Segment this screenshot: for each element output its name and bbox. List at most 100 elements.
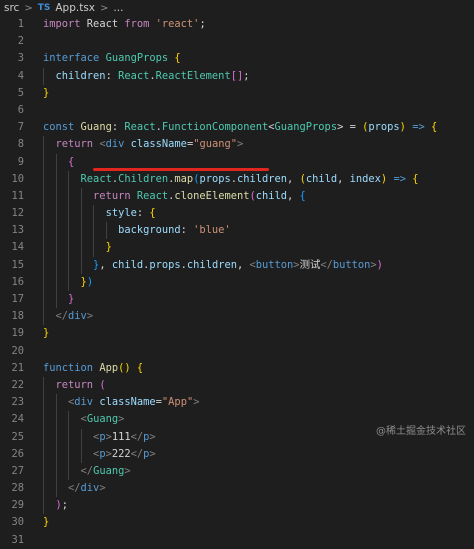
code-line[interactable]: 21 function App() { bbox=[0, 360, 474, 377]
code-token: > bbox=[118, 413, 125, 426]
code-token: => bbox=[393, 172, 406, 185]
code-line[interactable]: 28 </div> bbox=[0, 480, 474, 498]
breadcrumb-symbol[interactable]: ... bbox=[113, 2, 123, 14]
line-number: 26 bbox=[11, 447, 24, 460]
code-token: props bbox=[149, 258, 181, 271]
code-line[interactable]: 26 <p>222</p> bbox=[0, 445, 474, 463]
typescript-file-icon: TS bbox=[37, 3, 51, 13]
code-line[interactable]: 2 bbox=[0, 33, 474, 50]
code-token: { bbox=[412, 172, 419, 185]
code-token: FunctionComponent bbox=[161, 121, 269, 134]
code-text: function App() { bbox=[43, 360, 143, 377]
code-line[interactable]: 10 React.Children.map(props.children, (c… bbox=[0, 170, 474, 188]
code-token: () bbox=[118, 361, 131, 374]
line-number: 19 bbox=[11, 327, 24, 340]
code-line[interactable]: 22 return ( bbox=[0, 376, 474, 395]
line-number: 13 bbox=[11, 224, 24, 237]
line-number: 16 bbox=[11, 275, 24, 288]
code-line[interactable]: 6 bbox=[0, 102, 474, 119]
code-line[interactable]: 16 }) bbox=[0, 273, 474, 291]
code-line[interactable]: 3 interface GuangProps { bbox=[0, 50, 474, 67]
line-number: 24 bbox=[11, 413, 24, 426]
code-editor[interactable]: 1 import React from 'react'; 2 3 interface G… bbox=[0, 16, 474, 549]
watermark: @稀土掘金技术社区 bbox=[376, 426, 466, 437]
code-token: , bbox=[337, 172, 350, 185]
code-text: style: { bbox=[43, 205, 156, 222]
code-text: <p>222</p> bbox=[43, 446, 156, 463]
code-token: { bbox=[68, 155, 75, 168]
chevron-right-icon: > bbox=[24, 2, 33, 14]
code-text: background: 'blue' bbox=[43, 222, 231, 239]
code-token: 测试 bbox=[299, 258, 321, 271]
code-text: { bbox=[43, 154, 74, 171]
code-line[interactable]: 20 bbox=[0, 343, 474, 360]
code-token: Children bbox=[118, 172, 169, 185]
code-token: child bbox=[305, 172, 338, 185]
code-line[interactable]: 1 import React from 'react'; bbox=[0, 16, 474, 33]
code-text: return React.cloneElement(child, { bbox=[43, 188, 306, 205]
code-token: > bbox=[237, 138, 244, 151]
line-number: 6 bbox=[17, 103, 24, 116]
code-token: from bbox=[124, 18, 150, 30]
code-token: function bbox=[43, 361, 94, 374]
code-line[interactable]: 19} bbox=[0, 325, 474, 342]
code-token: > bbox=[124, 464, 131, 477]
code-token: > bbox=[86, 310, 94, 323]
code-token: return bbox=[55, 378, 94, 391]
code-line[interactable]: 8 return <div className="guang"> bbox=[0, 136, 474, 154]
code-text: import React from 'react'; bbox=[43, 16, 206, 33]
breadcrumb-file[interactable]: App.tsx bbox=[55, 2, 95, 14]
code-line[interactable]: 27 </Guang> bbox=[0, 462, 474, 481]
code-line[interactable]: 12 style: { bbox=[0, 205, 474, 223]
code-token: Guang bbox=[93, 464, 125, 477]
code-line[interactable]: 5} bbox=[0, 85, 474, 102]
code-line[interactable]: 18 </div> bbox=[0, 308, 474, 326]
breadcrumb-folder[interactable]: src bbox=[4, 2, 19, 14]
code-token: child bbox=[111, 258, 144, 271]
code-token: > bbox=[149, 430, 156, 443]
code-text: } bbox=[43, 514, 49, 531]
code-line[interactable]: 23 <div className="App"> bbox=[0, 394, 474, 412]
code-token: ; bbox=[199, 18, 206, 30]
code-token: button bbox=[332, 258, 371, 271]
code-token: React bbox=[136, 189, 169, 202]
code-token: className bbox=[130, 138, 187, 151]
code-token: : bbox=[111, 121, 125, 134]
code-line[interactable]: 7 const Guang: React.FunctionComponent<Gu… bbox=[0, 119, 474, 136]
line-number: 20 bbox=[11, 344, 24, 357]
code-token: ) bbox=[376, 258, 383, 271]
line-number: 4 bbox=[17, 69, 24, 82]
code-text: <div className="App"> bbox=[43, 394, 199, 411]
code-line[interactable]: 17 } bbox=[0, 291, 474, 309]
code-token: { bbox=[299, 189, 306, 202]
line-number: 7 bbox=[17, 121, 24, 134]
code-line[interactable]: 14 } bbox=[0, 239, 474, 257]
code-text: }, child.props.children, <button>测试</but… bbox=[43, 257, 383, 274]
code-token: map bbox=[174, 172, 194, 185]
line-number: 10 bbox=[11, 172, 24, 185]
code-token: </ bbox=[68, 482, 81, 495]
code-line[interactable]: 30} bbox=[0, 514, 474, 531]
code-line[interactable]: 4 children: React.ReactElement[]; bbox=[0, 67, 474, 85]
code-line[interactable]: 15 }, child.props.children, <button>测试</… bbox=[0, 256, 474, 274]
code-token: > = bbox=[337, 121, 363, 134]
code-token: index bbox=[349, 172, 381, 185]
code-token: } bbox=[43, 327, 50, 340]
code-line[interactable]: 31 bbox=[0, 532, 474, 549]
code-text: </div> bbox=[43, 308, 94, 325]
code-text: return <div className="guang"> bbox=[43, 136, 244, 153]
line-number: 27 bbox=[11, 464, 24, 477]
code-line[interactable]: 29 ); bbox=[0, 497, 474, 515]
code-line[interactable]: 13 background: 'blue' bbox=[0, 222, 474, 240]
code-token: , bbox=[236, 258, 250, 271]
line-number: 8 bbox=[17, 138, 24, 151]
code-line[interactable]: 11 return React.cloneElement(child, { bbox=[0, 187, 474, 206]
code-token: </ bbox=[80, 464, 94, 477]
code-token: , bbox=[287, 189, 300, 202]
code-token: </ bbox=[320, 258, 333, 271]
